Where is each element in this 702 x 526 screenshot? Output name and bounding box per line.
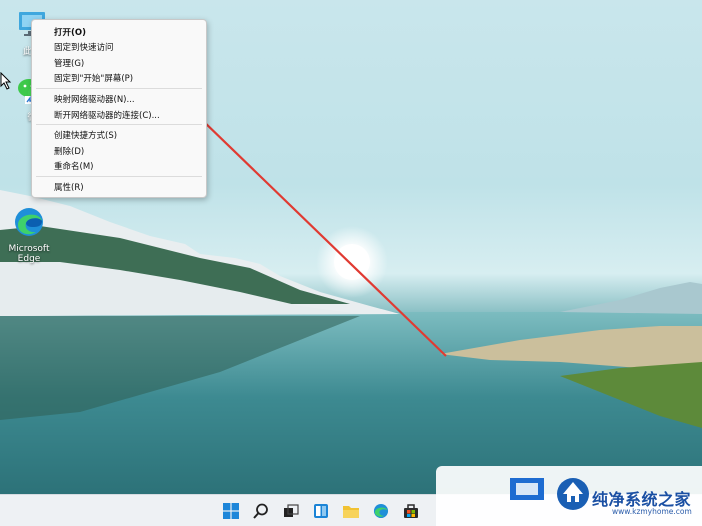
menu-separator bbox=[36, 124, 202, 125]
store-icon bbox=[404, 504, 418, 518]
windows-start-icon bbox=[223, 503, 239, 519]
desktop-icon-edge[interactable]: Microsoft Edge bbox=[1, 205, 57, 264]
edge-icon bbox=[15, 208, 43, 236]
edge-taskbar-button[interactable] bbox=[371, 501, 391, 521]
menu-item-create-shortcut[interactable]: 创建快捷方式(S) bbox=[54, 129, 117, 141]
desktop-icon-label: Microsoft Edge bbox=[8, 244, 50, 264]
store-button[interactable] bbox=[401, 501, 421, 521]
watermark-logo-icon bbox=[557, 478, 589, 510]
search-icon bbox=[253, 503, 268, 519]
file-explorer-icon bbox=[343, 506, 359, 518]
widgets-icon bbox=[314, 504, 328, 518]
menu-item-pin-quick-access[interactable]: 固定到快速访问 bbox=[54, 41, 114, 53]
desktop: 此电 微 Microsoft Edge 打开(O) 固定到快速访问 管理(G) … bbox=[0, 0, 702, 526]
menu-item-delete[interactable]: 删除(D) bbox=[54, 145, 84, 157]
menu-item-manage[interactable]: 管理(G) bbox=[54, 57, 84, 69]
edge-icon bbox=[373, 503, 389, 519]
file-explorer-button[interactable] bbox=[341, 501, 361, 521]
menu-separator bbox=[36, 88, 202, 89]
widgets-button[interactable] bbox=[311, 501, 331, 521]
mouse-cursor-icon bbox=[0, 72, 12, 90]
task-view-button[interactable] bbox=[281, 501, 301, 521]
task-view-icon bbox=[284, 504, 299, 517]
menu-item-open[interactable]: 打开(O) bbox=[54, 26, 86, 38]
menu-item-pin-start[interactable]: 固定到"开始"屏幕(P) bbox=[54, 72, 133, 84]
partial-window-thumbnail bbox=[510, 478, 544, 500]
menu-item-disconnect-network-drive[interactable]: 断开网络驱动器的连接(C)... bbox=[54, 109, 160, 121]
watermark: 纯净系统之家 www.kzmyhome.com bbox=[436, 466, 702, 526]
menu-item-rename[interactable]: 重命名(M) bbox=[54, 160, 93, 172]
watermark-url: www.kzmyhome.com bbox=[612, 507, 692, 516]
menu-separator bbox=[36, 176, 202, 177]
menu-item-map-network-drive[interactable]: 映射网络驱动器(N)... bbox=[54, 93, 135, 105]
start-button[interactable] bbox=[221, 501, 241, 521]
context-menu: 打开(O) 固定到快速访问 管理(G) 固定到"开始"屏幕(P) 映射网络驱动器… bbox=[31, 19, 207, 198]
search-button[interactable] bbox=[251, 501, 271, 521]
menu-item-properties[interactable]: 属性(R) bbox=[54, 181, 84, 193]
